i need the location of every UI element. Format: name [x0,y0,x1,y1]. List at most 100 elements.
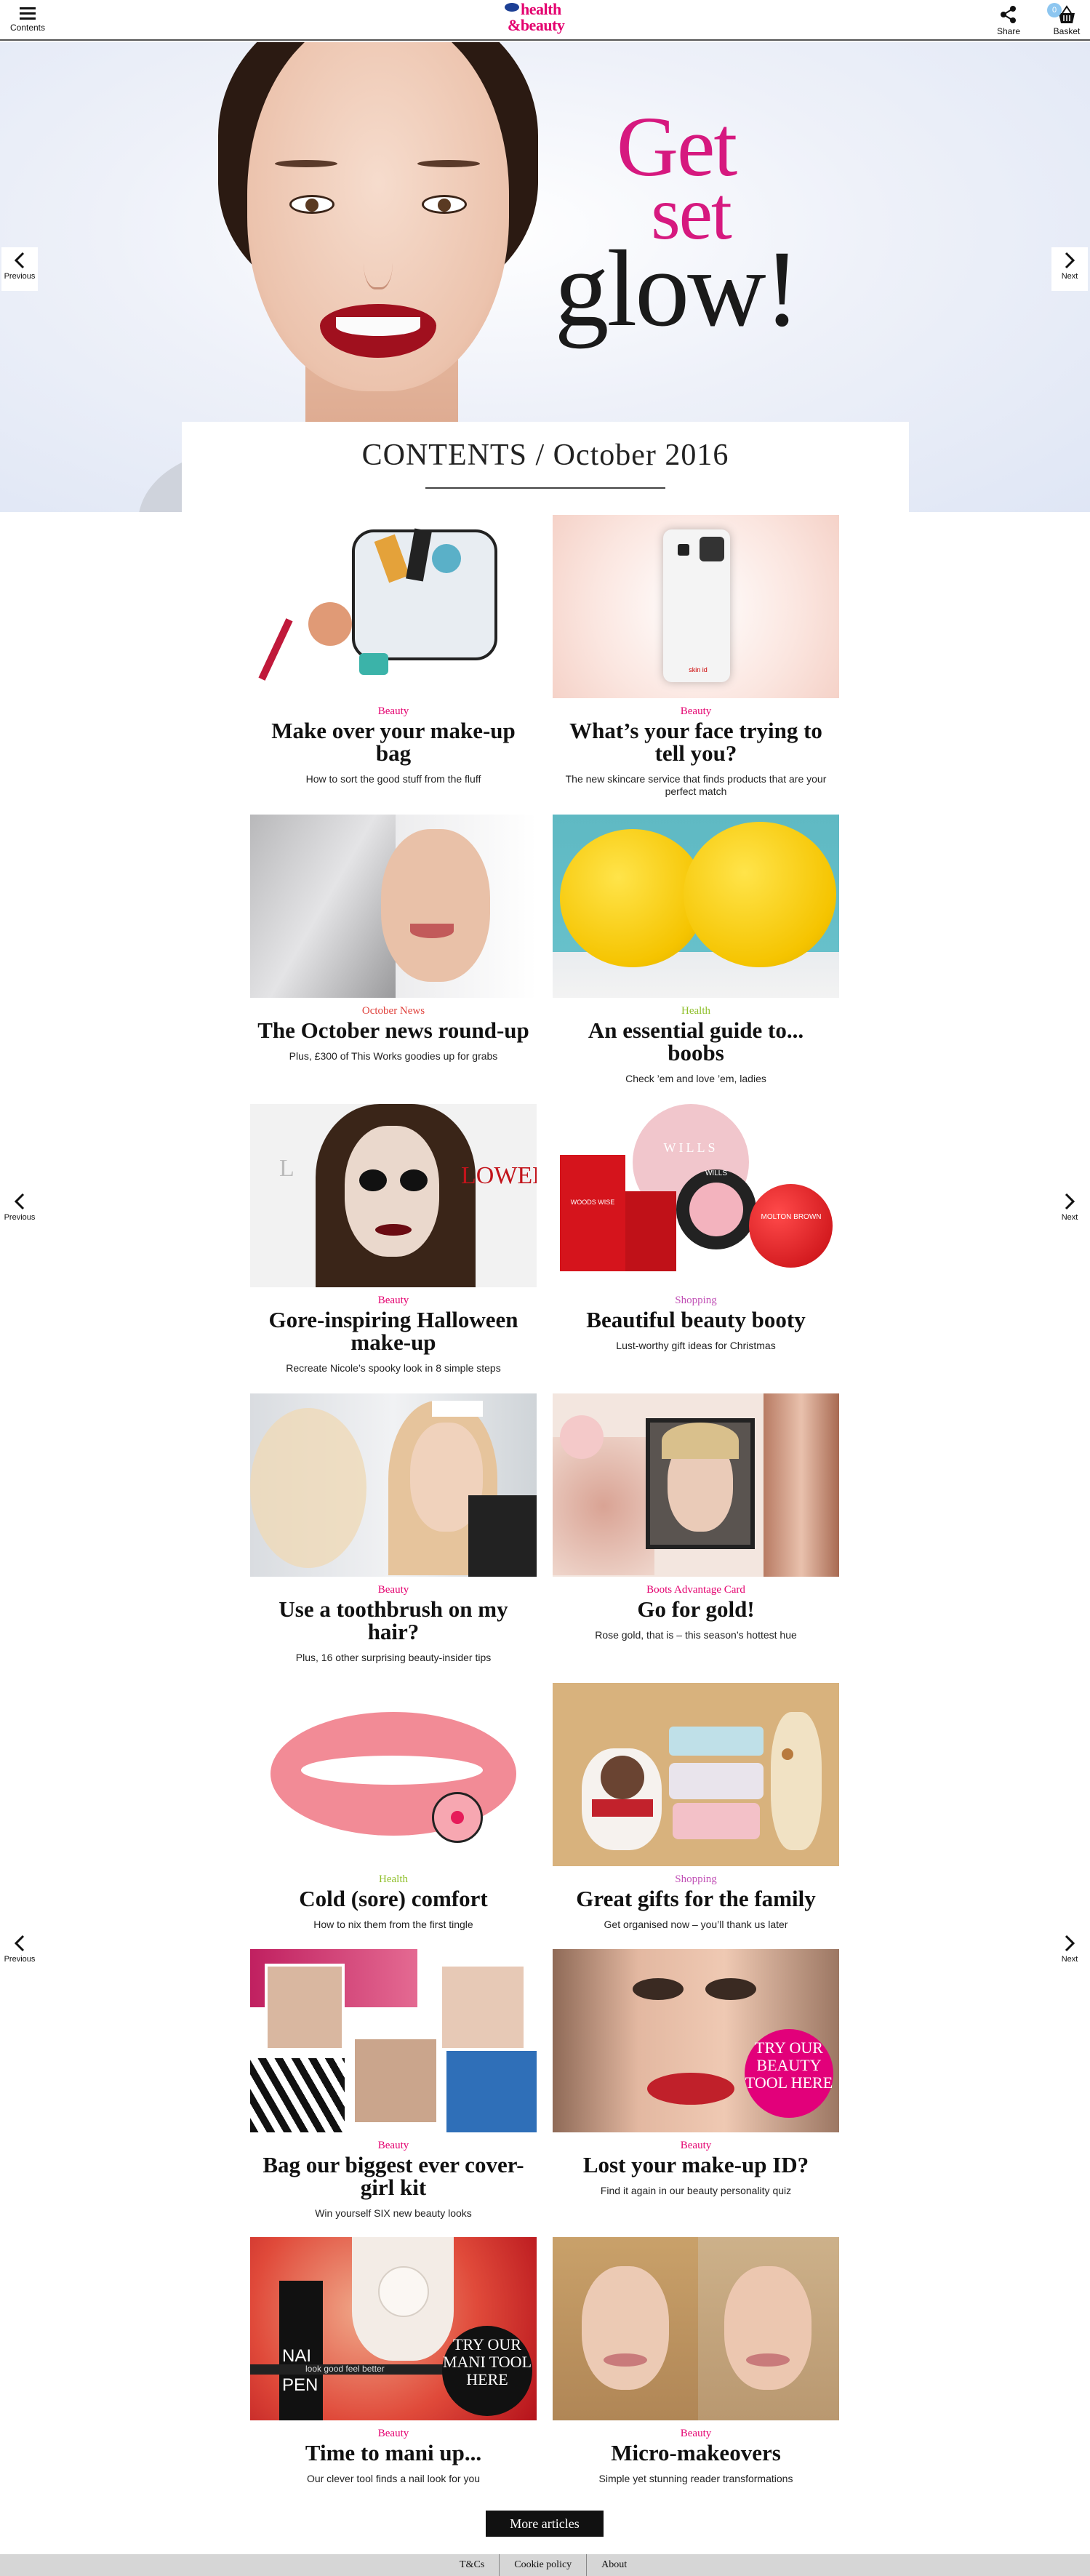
nail-tagline-text: look good feel better [305,2364,385,2374]
chevron-right-icon [1065,1193,1075,1210]
family-gifts-image [553,1683,839,1866]
article-title: Beautiful beauty booty [586,1307,806,1332]
rose-gold-image [553,1393,839,1577]
contents-title: CONTENTS / October 2016 [361,439,729,472]
article-card[interactable]: Boots Advantage Card Go for gold! Rose g… [553,1393,839,1641]
contents-divider [425,487,665,489]
hero-headline: Get set glow! [509,104,843,343]
previous-button[interactable]: Previous [1,1188,38,1232]
article-category: Health [379,1873,408,1885]
article-title: The October news round-up [257,1017,529,1043]
chevron-left-icon [14,1935,25,1952]
article-card[interactable]: skin id Beauty What’s your face trying t… [553,515,839,798]
halloween-makeup-image: LOWEEN L [250,1104,537,1287]
hero-nose-shape [364,224,393,289]
article-card[interactable]: NAI PEN look good feel better TRY OUR MA… [250,2237,537,2485]
article-category: Shopping [675,1295,717,1306]
article-title: Gore-inspiring Halloween make-up [268,1307,518,1355]
chevron-left-icon [14,252,25,269]
cold-sore-lips-image [250,1683,537,1866]
previous-button[interactable]: Previous [1,1930,38,1974]
chevron-right-icon [1065,252,1075,269]
hero-left-brow [275,160,337,167]
basket-button[interactable]: 0 Basket [1047,3,1086,36]
article-description: Get organised now – you’ll thank us late… [604,1919,788,1930]
article-title: Use a toothbrush on my hair? [278,1596,508,1644]
article-description: Our clever tool finds a nail look for yo… [306,2473,481,2484]
micro-makeovers-image [553,2237,839,2420]
article-title: Micro-makeovers [611,2440,781,2465]
article-card[interactable]: Beauty Make over your make-up bag How to… [250,515,537,785]
article-description: How to nix them from the first tingle [313,1919,473,1930]
health-and-beauty-logo[interactable]: health &beauty [502,0,589,39]
article-card[interactable]: Beauty Micro-makeovers Simple yet stunni… [553,2237,839,2485]
hero-left-eye [289,195,334,214]
article-description: Win yourself SIX new beauty looks [315,2207,472,2219]
logo-line-2: &beauty [508,16,565,34]
contents-heading-panel: CONTENTS / October 2016 [182,422,909,512]
gift-brand-text: WILLS [663,1140,718,1155]
footer-link-cookie-policy[interactable]: Cookie policy [499,2554,586,2576]
article-category: Beauty [680,705,712,717]
hero-teeth-shape [336,317,420,336]
article-title: Lost your make-up ID? [582,2152,809,2177]
article-category: Beauty [377,2428,409,2439]
next-label: Next [1061,1955,1078,1964]
boots-logo-icon [505,3,519,12]
article-card[interactable]: Shopping Great gifts for the family Get … [553,1683,839,1931]
share-button[interactable]: Share [990,4,1027,36]
halloween-sign-text-2: L [279,1155,294,1182]
article-card[interactable]: October News The October news round-up P… [250,815,537,1063]
article-card[interactable]: Health Cold (sore) comfort How to nix th… [250,1683,537,1931]
more-articles-button[interactable]: More articles [486,2511,604,2537]
skin-id-phone-image: skin id [553,515,839,698]
beauty-gifts-image: WILLS WOODS WISE WILLS MOLTON BROWN [553,1104,839,1287]
article-description: Plus, 16 other surprising beauty-insider… [295,1652,492,1663]
mani-tool-badge[interactable]: TRY OUR MANI TOOL HERE [442,2326,532,2416]
beauty-tool-badge[interactable]: TRY OUR BEAUTY TOOL HERE [745,2029,833,2118]
article-description: Plus, £300 of This Works goodies up for … [289,1050,498,1062]
article-title: What’s your face trying to tell you? [569,718,822,766]
article-card[interactable]: WILLS WOODS WISE WILLS MOLTON BROWN Shop… [553,1104,839,1352]
hair-tips-image [250,1393,537,1577]
melons-image [553,815,839,998]
article-card[interactable]: Beauty Bag our biggest ever cover-girl k… [250,1949,537,2220]
makeup-bag-image [250,515,537,698]
chevron-left-icon [14,1193,25,1210]
article-description: Rose gold, that is – this season’s hotte… [595,1629,797,1641]
previous-label: Previous [4,1213,36,1222]
article-card[interactable]: Health An essential guide to... boobs Ch… [553,815,839,1085]
article-description: Lust-worthy gift ideas for Christmas [616,1340,776,1351]
article-category: Health [681,1005,710,1017]
basket-count-badge: 0 [1047,3,1062,17]
article-category: Beauty [377,2140,409,2151]
article-card[interactable]: LOWEEN L Beauty Gore-inspiring Halloween… [250,1104,537,1375]
logo-line-1: health [521,0,561,18]
article-description: Simple yet stunning reader transformatio… [598,2473,793,2484]
article-card[interactable]: TRY OUR BEAUTY TOOL HERE Beauty Lost you… [553,1949,839,2197]
next-button[interactable]: Next [1051,1188,1088,1232]
next-button[interactable]: Next [1051,1930,1088,1974]
contents-menu-label: Contents [9,23,46,33]
article-title: Cold (sore) comfort [299,1886,488,1911]
article-card[interactable]: Beauty Use a toothbrush on my hair? Plus… [250,1393,537,1664]
next-button[interactable]: Next [1051,247,1088,291]
footer-bar: T&Cs Cookie policy About [0,2554,1090,2576]
article-category: Beauty [377,1295,409,1306]
grey-hair-woman-image [250,815,537,998]
article-title: Great gifts for the family [576,1886,816,1911]
footer-link-about[interactable]: About [586,2554,641,2576]
article-title: Time to mani up... [305,2440,482,2465]
gift-box-text: WILLS [705,1169,727,1177]
previous-button[interactable]: Previous [1,247,38,291]
contents-menu-button[interactable]: Contents [9,4,47,38]
basket-label: Basket [1053,26,1081,36]
article-category: Beauty [377,705,409,717]
article-category: Beauty [377,1584,409,1596]
article-description: Find it again in our beauty personality … [600,2185,792,2196]
footer-link-terms[interactable]: T&Cs [445,2554,499,2576]
phone-brand-text: skin id [689,666,708,673]
article-title: An essential guide to... boobs [588,1017,804,1065]
article-description: Check ’em and love ’em, ladies [625,1073,766,1084]
previous-label: Previous [4,272,36,281]
